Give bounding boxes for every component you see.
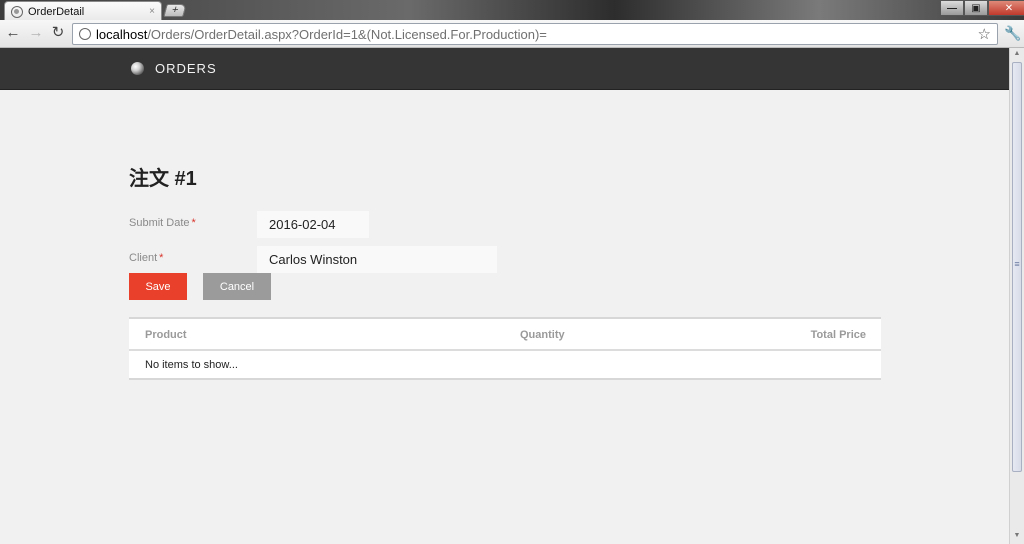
browser-tab[interactable]: OrderDetail × — [4, 1, 162, 21]
grid-empty-message: No items to show... — [145, 359, 238, 371]
column-header-product[interactable]: Product — [145, 329, 187, 341]
required-marker: * — [191, 217, 196, 229]
scroll-up-icon[interactable]: ▲ — [1012, 50, 1022, 60]
required-marker: * — [159, 252, 164, 264]
submit-date-input[interactable] — [257, 211, 369, 238]
page-viewport: ORDERS 注文 #1 Submit Date* Client* Save C… — [0, 48, 1009, 544]
column-header-quantity[interactable]: Quantity — [520, 329, 565, 341]
brand[interactable]: ORDERS — [131, 61, 217, 76]
reload-icon[interactable]: ↻ — [50, 25, 66, 41]
scrollbar-thumb[interactable] — [1012, 62, 1022, 472]
brand-label: ORDERS — [155, 61, 217, 76]
tab-title: OrderDetail — [28, 5, 85, 18]
client-input[interactable] — [257, 246, 497, 273]
globe-icon — [11, 5, 23, 18]
url-path: /Orders/OrderDetail.aspx?OrderId=1&(Not.… — [147, 26, 547, 42]
submit-date-label: Submit Date * — [129, 217, 196, 229]
app-header: ORDERS — [0, 48, 1009, 90]
wrench-icon[interactable]: 🔧 — [1004, 25, 1021, 42]
client-label: Client * — [129, 252, 164, 264]
browser-toolbar: ← → ↻ localhost/Orders/OrderDetail.aspx?… — [0, 20, 1024, 48]
star-icon[interactable]: ☆ — [978, 25, 991, 43]
cancel-button[interactable]: Cancel — [203, 273, 271, 300]
minimize-button[interactable]: — — [940, 0, 964, 16]
grid-header: Product Quantity Total Price — [129, 319, 881, 351]
page-info-icon[interactable] — [79, 28, 91, 40]
vertical-scrollbar[interactable]: ▲ ▼ — [1009, 48, 1024, 544]
scroll-down-icon[interactable]: ▼ — [1012, 532, 1022, 542]
column-header-total-price[interactable]: Total Price — [811, 329, 866, 341]
order-items-grid: Product Quantity Total Price No items to… — [129, 317, 881, 380]
back-arrow-icon[interactable]: ← — [5, 25, 21, 41]
tab-close-icon[interactable]: × — [149, 6, 155, 17]
browser-titlebar: OrderDetail × + — ▣ ✕ — [0, 0, 1024, 21]
page-title: 注文 #1 — [129, 168, 197, 190]
window-controls: — ▣ ✕ — [940, 0, 1024, 16]
close-window-button[interactable]: ✕ — [988, 0, 1024, 16]
new-tab-button[interactable]: + — [163, 4, 187, 17]
logo-icon — [131, 62, 144, 75]
address-bar[interactable]: localhost/Orders/OrderDetail.aspx?OrderI… — [72, 23, 998, 45]
url-host: localhost — [96, 26, 148, 42]
forward-arrow-icon[interactable]: → — [28, 25, 44, 41]
maximize-button[interactable]: ▣ — [964, 0, 988, 16]
save-button[interactable]: Save — [129, 273, 187, 300]
